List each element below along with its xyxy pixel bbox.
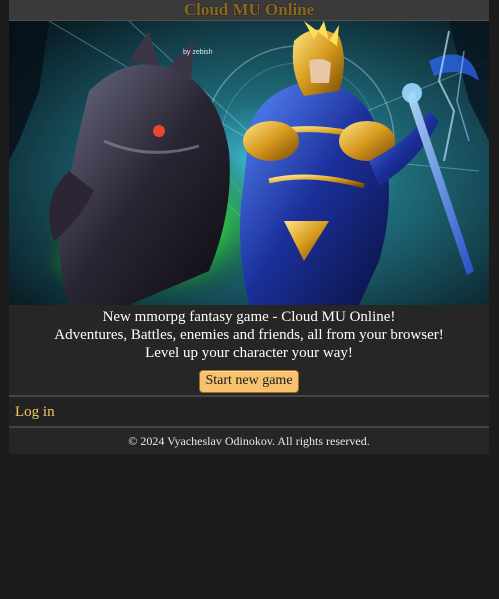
nav-row: Log in — [9, 397, 489, 428]
start-new-game-button[interactable]: Start new game — [199, 370, 299, 393]
intro-line-1: New mmorpg fantasy game - Cloud MU Onlin… — [102, 309, 396, 325]
artist-credit: by zebish — [183, 49, 213, 56]
app-container: Cloud MU Online by zebish New mmorpg fan… — [9, 0, 489, 454]
intro-line-2: Adventures, Battles, enemies and friends… — [54, 327, 444, 343]
intro-section: New mmorpg fantasy game - Cloud MU Onlin… — [9, 305, 489, 397]
hero-banner-image: by zebish — [9, 21, 489, 305]
site-header: Cloud MU Online — [9, 0, 489, 21]
copyright-text: © 2024 Vyacheslav Odinokov. All rights r… — [128, 434, 370, 448]
login-link[interactable]: Log in — [15, 404, 55, 420]
site-footer: © 2024 Vyacheslav Odinokov. All rights r… — [9, 428, 489, 454]
site-title: Cloud MU Online — [183, 0, 315, 19]
intro-line-3: Level up your character your way! — [145, 345, 353, 361]
